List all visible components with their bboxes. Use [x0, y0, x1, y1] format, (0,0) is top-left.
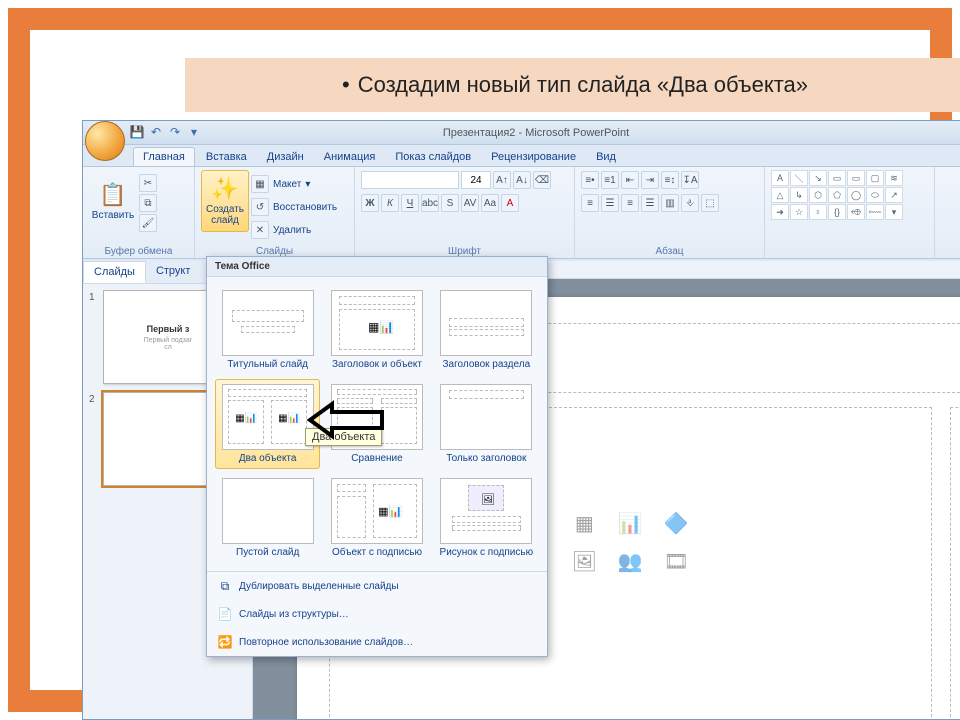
dec-indent-icon[interactable]: ⇤: [621, 171, 639, 189]
font-size-combo[interactable]: 24: [461, 171, 491, 189]
tab-design[interactable]: Дизайн: [258, 148, 313, 166]
ribbon-tabs: Главная Вставка Дизайн Анимация Показ сл…: [83, 145, 960, 167]
layout-title-content[interactable]: ▦📊 Заголовок и объект: [324, 285, 429, 375]
layout-button[interactable]: ▦Макет▾: [251, 175, 337, 193]
insert-clipart-icon[interactable]: 👥: [610, 545, 650, 577]
layout-title-slide[interactable]: Титульный слайд: [215, 285, 320, 375]
layout-blank[interactable]: Пустой слайд: [215, 473, 320, 563]
layout-title-only[interactable]: Только заголовок: [434, 379, 539, 469]
clipboard-icon: 📋: [99, 182, 126, 208]
group-slides: ✨ Создать слайд ▦Макет▾ ↺Восстановить ✕У…: [195, 167, 355, 258]
group-paragraph: ≡• ≡1 ⇤ ⇥ ≡↕ ↧A ≡ ☰ ≡ ☰ ▥ ⎀ ⬚ Абзац: [575, 167, 765, 258]
underline-icon[interactable]: Ч: [401, 194, 419, 212]
redo-icon[interactable]: ↷: [167, 124, 183, 140]
insert-table-icon[interactable]: ▦: [564, 507, 604, 539]
layout-two-content[interactable]: ▦📊 ▦📊 Два объекта: [215, 379, 320, 469]
menu-slides-from-outline[interactable]: 📄 Слайды из структуры…: [207, 600, 547, 628]
new-slide-icon: ✨: [211, 176, 238, 202]
instruction-banner: Создадим новый тип слайда «Два объекта»: [185, 58, 960, 112]
insert-chart-icon[interactable]: 📊: [610, 507, 650, 539]
layout-content-caption[interactable]: ▦📊 Объект с подписью: [324, 473, 429, 563]
group-font: 24 A↑ A↓ ⌫ Ж К Ч abc S AV Aa A Шрифт: [355, 167, 575, 258]
group-clipboard: 📋 Вставить ✂ ⧉ 🖌 Буфер обмена: [83, 167, 195, 258]
tab-slideshow[interactable]: Показ слайдов: [386, 148, 480, 166]
line-spacing-icon[interactable]: ≡↕: [661, 171, 679, 189]
gallery-header: Тема Office: [207, 257, 547, 277]
window-title: Презентация2 - Microsoft PowerPoint: [443, 127, 629, 139]
outline-icon: 📄: [217, 606, 233, 622]
tab-outline[interactable]: Структ: [146, 261, 200, 283]
layout-picture-caption[interactable]: 🖼 Рисунок с подписью: [434, 473, 539, 563]
numbering-icon[interactable]: ≡1: [601, 171, 619, 189]
clear-format-icon[interactable]: ⌫: [533, 171, 551, 189]
tab-view[interactable]: Вид: [587, 148, 625, 166]
group-label-paragraph: Абзац: [575, 246, 764, 257]
insert-media-icon[interactable]: 🎞: [656, 545, 696, 577]
new-slide-button[interactable]: ✨ Создать слайд: [201, 170, 249, 232]
tab-insert[interactable]: Вставка: [197, 148, 256, 166]
tab-review[interactable]: Рецензирование: [482, 148, 585, 166]
reset-icon: ↺: [251, 198, 269, 216]
paste-button[interactable]: 📋 Вставить: [89, 170, 137, 232]
tab-slides-thumb[interactable]: Слайды: [83, 261, 146, 283]
annotation-arrow: [306, 398, 386, 442]
titlebar: Презентация2 - Microsoft PowerPoint 💾 ↶ …: [83, 121, 960, 145]
menu-duplicate-slides[interactable]: ⧉ Дублировать выделенные слайды: [207, 572, 547, 600]
columns-icon[interactable]: ▥: [661, 194, 679, 212]
tab-home[interactable]: Главная: [133, 147, 195, 166]
cut-icon[interactable]: ✂: [139, 174, 157, 192]
undo-icon[interactable]: ↶: [148, 124, 164, 140]
text-direction-icon[interactable]: ↧A: [681, 171, 699, 189]
qat-dropdown-icon[interactable]: ▾: [186, 124, 202, 140]
layout-section-header[interactable]: Заголовок раздела: [434, 285, 539, 375]
align-right-icon[interactable]: ≡: [621, 194, 639, 212]
change-case-icon[interactable]: Aa: [481, 194, 499, 212]
shrink-font-icon[interactable]: A↓: [513, 171, 531, 189]
insert-smartart-icon[interactable]: 🔷: [656, 507, 696, 539]
group-shapes: A＼↘▭▭▢≋ △↳⬡⬠◯⬭↗ ➜☆♀{}⬲⬳▾: [765, 167, 935, 258]
strike-icon[interactable]: abc: [421, 194, 439, 212]
justify-icon[interactable]: ☰: [641, 194, 659, 212]
insert-picture-icon[interactable]: 🖼: [564, 545, 604, 577]
presentation-frame: Создадим новый тип слайда «Два объекта» …: [8, 8, 952, 712]
shadow-icon[interactable]: S: [441, 194, 459, 212]
copy-icon[interactable]: ⧉: [139, 194, 157, 212]
layout-icon: ▦: [251, 175, 269, 193]
menu-reuse-slides[interactable]: 🔁 Повторное использование слайдов…: [207, 628, 547, 656]
save-icon[interactable]: 💾: [129, 124, 145, 140]
duplicate-icon: ⧉: [217, 578, 233, 594]
gallery-footer: ⧉ Дублировать выделенные слайды 📄 Слайды…: [207, 571, 547, 656]
char-spacing-icon[interactable]: AV: [461, 194, 479, 212]
align-left-icon[interactable]: ≡: [581, 194, 599, 212]
quick-access-toolbar: 💾 ↶ ↷ ▾: [129, 124, 202, 140]
tab-animation[interactable]: Анимация: [315, 148, 385, 166]
layout-gallery-popup: Тема Office Титульный слайд ▦📊 Заголовок…: [206, 256, 548, 657]
delete-icon: ✕: [251, 221, 269, 239]
inc-indent-icon[interactable]: ⇥: [641, 171, 659, 189]
reset-button[interactable]: ↺Восстановить: [251, 198, 337, 216]
smartart-icon[interactable]: ⬚: [701, 194, 719, 212]
bold-icon[interactable]: Ж: [361, 194, 379, 212]
format-painter-icon[interactable]: 🖌: [139, 214, 157, 232]
group-label-clipboard: Буфер обмена: [83, 246, 194, 257]
align-center-icon[interactable]: ☰: [601, 194, 619, 212]
grow-font-icon[interactable]: A↑: [493, 171, 511, 189]
content-placeholder-right-edge[interactable]: [950, 407, 960, 719]
bullets-icon[interactable]: ≡•: [581, 171, 599, 189]
office-button[interactable]: [85, 121, 125, 161]
font-color-icon[interactable]: A: [501, 194, 519, 212]
font-family-combo[interactable]: [361, 171, 459, 189]
delete-button[interactable]: ✕Удалить: [251, 221, 337, 239]
shapes-gallery[interactable]: A＼↘▭▭▢≋ △↳⬡⬠◯⬭↗ ➜☆♀{}⬲⬳▾: [771, 170, 928, 220]
reuse-icon: 🔁: [217, 634, 233, 650]
align-text-icon[interactable]: ⎀: [681, 194, 699, 212]
ribbon: 📋 Вставить ✂ ⧉ 🖌 Буфер обмена ✨ Соз: [83, 167, 960, 259]
italic-icon[interactable]: К: [381, 194, 399, 212]
